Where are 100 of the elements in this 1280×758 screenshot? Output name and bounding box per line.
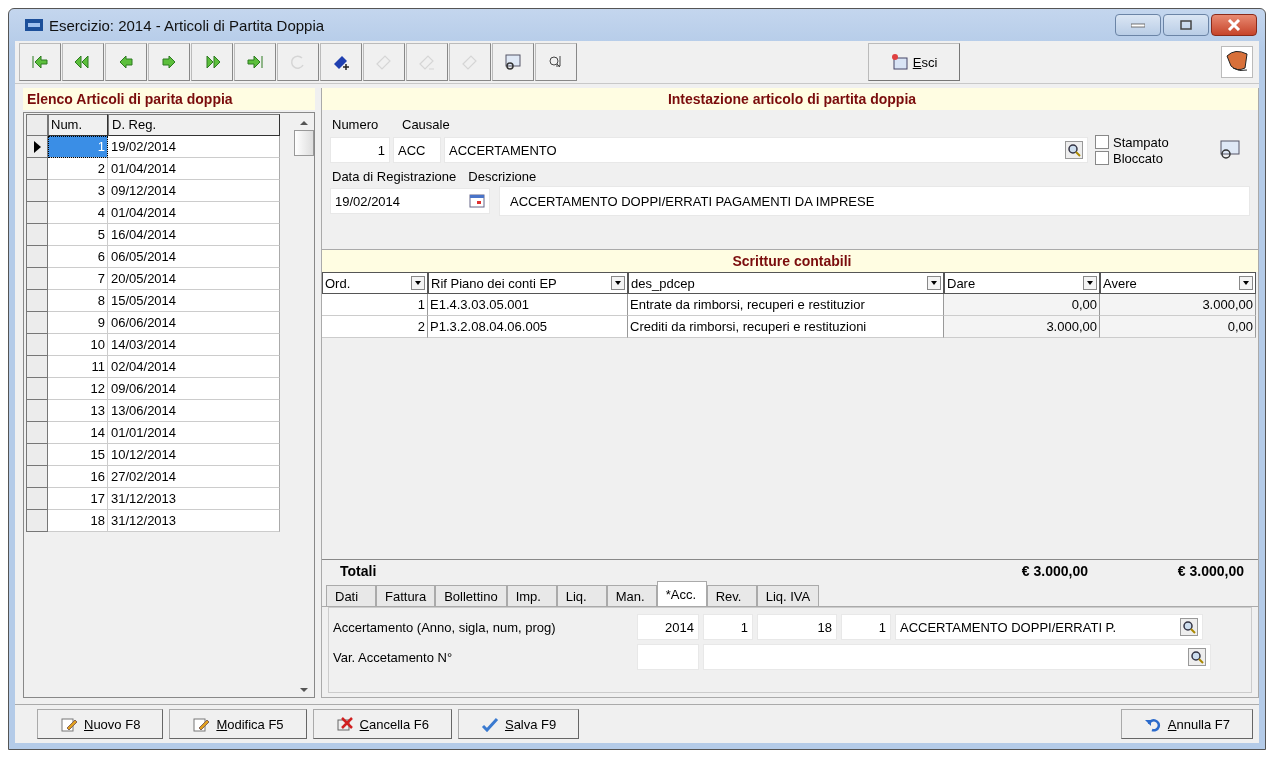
tab[interactable]: Imp. xyxy=(506,585,557,606)
scroll-up-icon[interactable] xyxy=(300,120,308,126)
table-cell: 27/02/2014 xyxy=(108,466,280,488)
field-label: Var. Accetamento N° xyxy=(333,649,454,665)
total-amount: € 3.000,00 xyxy=(1020,563,1088,579)
table-cell: 17 xyxy=(48,488,108,510)
table-cell: 31/12/2013 xyxy=(108,510,280,532)
last-record-icon[interactable] xyxy=(234,43,276,81)
monitor-search-icon[interactable] xyxy=(1218,138,1242,162)
table-cell: 3.000,00 xyxy=(1100,294,1256,316)
undo-button[interactable]: Annulla F7 xyxy=(1120,709,1253,739)
table-cell: 19/02/2014 xyxy=(108,136,280,158)
table-cell: 4 xyxy=(48,202,108,224)
table-cell: 2 xyxy=(48,158,108,180)
tab[interactable]: Man. xyxy=(606,585,657,606)
date-field[interactable]: 19/02/2014 xyxy=(330,188,490,214)
field-label: Numero xyxy=(332,116,380,132)
page-pencil-icon xyxy=(60,716,78,732)
delete-icon xyxy=(335,716,354,732)
table-cell: 10 xyxy=(48,334,108,356)
exit-icon xyxy=(890,53,909,71)
tab[interactable]: Bollettino xyxy=(435,585,507,606)
table-cell: 31/12/2013 xyxy=(108,488,280,510)
table-cell: 0,00 xyxy=(1100,316,1256,338)
table-cell: 09/12/2014 xyxy=(108,180,280,202)
table-cell: E1.4.3.03.05.001 xyxy=(428,294,628,316)
input-field[interactable] xyxy=(703,644,1211,670)
table-cell: 06/06/2014 xyxy=(108,312,280,334)
panel-title: Elenco Articoli di parita doppia xyxy=(23,88,315,110)
row-selector[interactable] xyxy=(26,136,48,158)
scroll-thumb[interactable] xyxy=(294,130,314,156)
app-icon xyxy=(25,19,43,31)
edit-button[interactable]: Modifica F5 xyxy=(169,709,307,739)
table-cell: 15 xyxy=(48,444,108,466)
table-cell: 13 xyxy=(48,400,108,422)
table-cell: 6 xyxy=(48,246,108,268)
table-cell: 7 xyxy=(48,268,108,290)
checkbox[interactable]: Bloccato xyxy=(1095,150,1205,166)
scroll-down-icon[interactable] xyxy=(300,687,308,693)
column-header[interactable]: des_pdcep xyxy=(628,272,944,294)
table-cell: 18 xyxy=(48,510,108,532)
column-header[interactable]: Dare xyxy=(944,272,1100,294)
input-field[interactable]: 1 xyxy=(703,614,753,640)
totals-label: Totali xyxy=(340,563,378,579)
column-header[interactable]: Num. xyxy=(48,114,108,136)
tab[interactable]: Fattura xyxy=(376,585,436,606)
description-field[interactable]: ACCERTAMENTO DOPPI/ERRATI PAGAMENTI DA IMPRESE xyxy=(499,186,1250,216)
number-field[interactable]: 1 xyxy=(330,137,390,163)
undo-icon xyxy=(1143,716,1162,732)
field-label: Descrizione xyxy=(468,168,537,184)
first-record-icon[interactable] xyxy=(19,43,61,81)
panel-title: Intestazione articolo di partita doppia xyxy=(322,88,1258,110)
table-cell: 0,00 xyxy=(944,294,1100,316)
table-cell: 01/01/2014 xyxy=(108,422,280,444)
table-cell: 06/05/2014 xyxy=(108,246,280,268)
description-field[interactable]: ACCERTAMENTO DOPPI/ERRATI P. xyxy=(895,614,1203,640)
table-cell: 1 xyxy=(322,294,428,316)
window-title: Esercizio: 2014 - Articoli di Partita Doppia xyxy=(49,16,325,34)
table-cell: 13/06/2014 xyxy=(108,400,280,422)
table-cell: 02/04/2014 xyxy=(108,356,280,378)
save-button[interactable]: Salva F9 xyxy=(457,709,580,739)
column-header[interactable]: D. Reg. xyxy=(108,114,280,136)
minimize-icon xyxy=(1131,22,1145,28)
causale-code-field[interactable]: ACC xyxy=(393,137,441,163)
table-cell: 01/04/2014 xyxy=(108,158,280,180)
table-cell: 09/06/2014 xyxy=(108,378,280,400)
tab[interactable]: Dati xyxy=(326,585,376,606)
logo-icon xyxy=(1221,46,1253,78)
table-cell: 14/03/2014 xyxy=(108,334,280,356)
calendar-icon[interactable] xyxy=(469,193,485,209)
tab[interactable]: Liq. IVA xyxy=(756,585,820,606)
causale-field[interactable]: ACCERTAMENTO xyxy=(444,137,1088,163)
close-icon xyxy=(1227,19,1241,31)
table-cell: 3.000,00 xyxy=(944,316,1100,338)
table-cell: 1 xyxy=(48,136,108,158)
table-cell: 8 xyxy=(48,290,108,312)
total-amount: € 3.000,00 xyxy=(1176,563,1244,579)
current-row-icon xyxy=(33,140,41,153)
minimize-button[interactable] xyxy=(1115,14,1161,36)
table-cell: 14 xyxy=(48,422,108,444)
tab[interactable]: *Acc. xyxy=(656,581,707,606)
tab[interactable]: Liq. xyxy=(556,585,607,606)
table-cell: 3 xyxy=(48,180,108,202)
input-field[interactable]: 2014 xyxy=(637,614,699,640)
table-cell: 20/05/2014 xyxy=(108,268,280,290)
column-header[interactable]: Avere xyxy=(1100,272,1256,294)
table-cell: 16 xyxy=(48,466,108,488)
tab[interactable]: Rev. xyxy=(706,585,757,606)
table-cell: 12 xyxy=(48,378,108,400)
exit-button[interactable]: Esci xyxy=(868,43,960,81)
input-field[interactable]: 1 xyxy=(841,614,891,640)
column-header[interactable]: Rif Piano dei conti EP xyxy=(428,272,628,294)
new-button[interactable]: Nuovo F8 xyxy=(37,709,164,739)
new-record-icon[interactable] xyxy=(320,43,362,81)
checkbox[interactable]: Stampato xyxy=(1095,134,1205,150)
maximize-button[interactable] xyxy=(1163,14,1209,36)
delete-button[interactable]: Cancella F6 xyxy=(312,709,452,739)
column-header[interactable]: Ord. xyxy=(322,272,428,294)
close-button[interactable] xyxy=(1211,14,1257,36)
input-field[interactable]: 18 xyxy=(757,614,837,640)
